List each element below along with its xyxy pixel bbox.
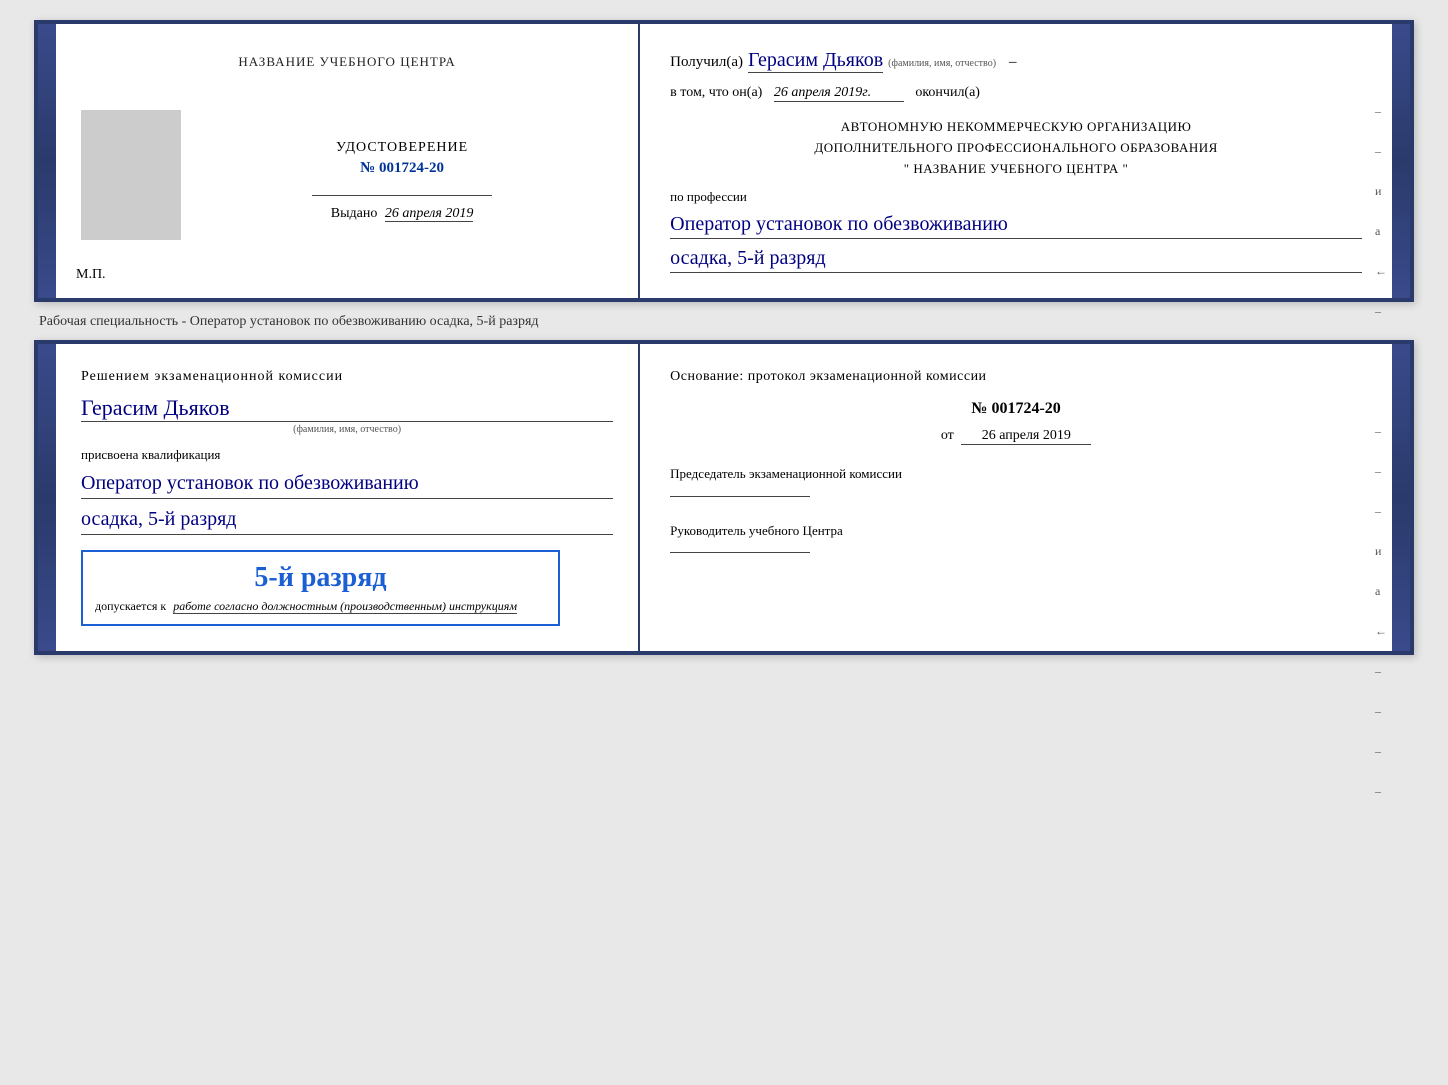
udostoverenie-label: УДОСТОВЕРЕНИЕ bbox=[191, 140, 613, 156]
top-diploma-card: НАЗВАНИЕ УЧЕБНОГО ЦЕНТРА УДОСТОВЕРЕНИЕ №… bbox=[34, 20, 1414, 302]
predsedatel-sign-line bbox=[670, 496, 810, 497]
vidano-date: 26 апреля 2019 bbox=[385, 206, 473, 222]
photo-placeholder bbox=[81, 110, 181, 240]
predsedatel-label: Председатель экзаменационной комиссии bbox=[670, 465, 1362, 483]
right-spine-bottom bbox=[1392, 344, 1410, 651]
osnovanie-text: Основание: протокол экзаменационной коми… bbox=[670, 369, 1362, 385]
block-line3: " НАЗВАНИЕ УЧЕБНОГО ЦЕНТРА " bbox=[670, 159, 1362, 180]
fio-sublabel-top: (фамилия, имя, отчество) bbox=[888, 58, 996, 69]
vtom-prefix: в том, что он(а) bbox=[670, 85, 762, 100]
stamp-rank: 5-й разряд bbox=[95, 562, 546, 594]
qualification-line1: Оператор установок по обезвоживанию bbox=[81, 468, 613, 499]
left-spine bbox=[38, 24, 56, 298]
ot-date-value: 26 апреля 2019 bbox=[961, 428, 1091, 445]
rukovoditel-sign-line bbox=[670, 552, 810, 553]
document-container: НАЗВАНИЕ УЧЕБНОГО ЦЕНТРА УДОСТОВЕРЕНИЕ №… bbox=[34, 20, 1414, 655]
dopuskaetsya-text: допускается к работе согласно должностны… bbox=[95, 599, 546, 614]
rukovoditel-label: Руководитель учебного Центра bbox=[670, 522, 1362, 540]
poluchil-row: Получил(а) Герасим Дьяков (фамилия, имя,… bbox=[670, 49, 1362, 73]
diploma-right-panel: Получил(а) Герасим Дьяков (фамилия, имя,… bbox=[640, 24, 1392, 298]
bottom-exam-card: Решением экзаменационной комиссии Гераси… bbox=[34, 340, 1414, 655]
resheniem-text: Решением экзаменационной комиссии bbox=[81, 369, 613, 385]
profession-line1-top: Оператор установок по обезвоживанию bbox=[670, 210, 1362, 239]
udostoverenie-number: № 001724-20 bbox=[191, 160, 613, 177]
recipient-name-top: Герасим Дьяков bbox=[748, 49, 883, 73]
left-signature-line bbox=[312, 195, 492, 196]
right-margin-marks-bottom: – – – и а ← – – – – bbox=[1375, 424, 1387, 799]
recipient-name-exam: Герасим Дьяков bbox=[81, 395, 613, 422]
block-text: АВТОНОМНУЮ НЕКОММЕРЧЕСКУЮ ОРГАНИЗАЦИЮ ДО… bbox=[670, 117, 1362, 179]
fio-sublabel-exam: (фамилия, имя, отчество) bbox=[81, 424, 613, 435]
protocol-number: № 001724-20 bbox=[670, 400, 1362, 418]
poluchil-label: Получил(а) bbox=[670, 54, 743, 71]
ot-label: от bbox=[941, 428, 954, 443]
vtom-row: в том, что он(а) 26 апреля 2019г. окончи… bbox=[670, 85, 1362, 102]
profession-line2-top: осадка, 5-й разряд bbox=[670, 244, 1362, 273]
dopuskaetsya-prefix: допускается к bbox=[95, 599, 166, 613]
block-line2: ДОПОЛНИТЕЛЬНОГО ПРОФЕССИОНАЛЬНОГО ОБРАЗО… bbox=[670, 138, 1362, 159]
diploma-left-panel: НАЗВАНИЕ УЧЕБНОГО ЦЕНТРА УДОСТОВЕРЕНИЕ №… bbox=[56, 24, 640, 298]
ot-date-row: от 26 апреля 2019 bbox=[670, 428, 1362, 445]
vidano-row: Выдано 26 апреля 2019 bbox=[191, 206, 613, 222]
dopuskaetsya-value: работе согласно должностным (производств… bbox=[173, 599, 517, 614]
block-line1: АВТОНОМНУЮ НЕКОММЕРЧЕСКУЮ ОРГАНИЗАЦИЮ bbox=[670, 117, 1362, 138]
exam-right-panel: Основание: протокол экзаменационной коми… bbox=[640, 344, 1392, 651]
po-professii-label: по профессии bbox=[670, 189, 1362, 205]
vidano-label: Выдано bbox=[331, 206, 378, 221]
exam-left-panel: Решением экзаменационной комиссии Гераси… bbox=[56, 344, 640, 651]
center-name-top: НАЗВАНИЕ УЧЕБНОГО ЦЕНТРА bbox=[238, 54, 455, 70]
vtom-date: 26 апреля 2019г. bbox=[774, 85, 904, 102]
dash-top: – bbox=[1009, 54, 1017, 71]
left-spine-bottom bbox=[38, 344, 56, 651]
mp-label: М.П. bbox=[76, 267, 106, 283]
okonchil-label: окончил(а) bbox=[915, 85, 980, 100]
right-spine-top bbox=[1392, 24, 1410, 298]
qualification-line2: осадка, 5-й разряд bbox=[81, 504, 613, 535]
stamp-box: 5-й разряд допускается к работе согласно… bbox=[81, 550, 560, 626]
prisvoena-text: присвоена квалификация bbox=[81, 447, 613, 463]
separator-text: Рабочая специальность - Оператор установ… bbox=[34, 314, 1414, 330]
